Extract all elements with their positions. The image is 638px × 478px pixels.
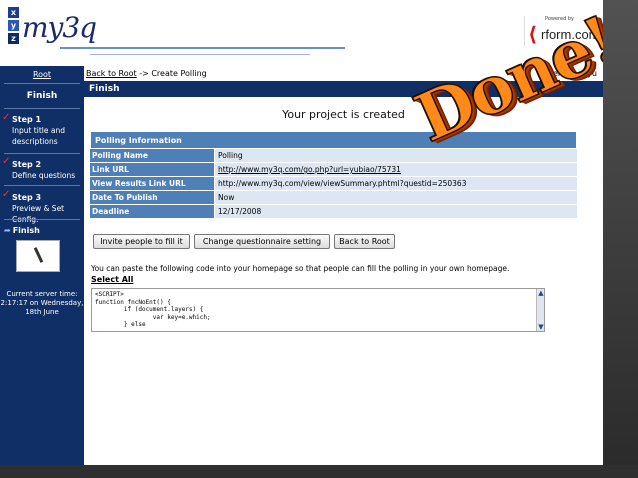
row-key: Date To Publish — [90, 191, 215, 204]
logo-tile: z — [8, 33, 19, 44]
arrow-icon: ➦ — [4, 226, 11, 235]
step-title: Finish — [12, 226, 40, 235]
embed-code-textarea[interactable]: <SCRIPT> function fncNoEnt() { if (docum… — [91, 288, 545, 332]
background-strip — [603, 0, 638, 478]
step-desc: Input title and descriptions — [12, 126, 65, 146]
background-strip — [0, 465, 638, 478]
breadcrumb-back-link[interactable]: Back to Root — [86, 69, 137, 78]
logo-tile: y — [8, 20, 19, 31]
sidebar-divider — [4, 83, 80, 84]
sidebar-step-2[interactable]: Step 2 Define questions — [12, 159, 84, 181]
sidebar-divider — [4, 219, 80, 220]
table-row: Deadline 12/17/2008 — [90, 205, 577, 219]
checkmark-icon: ✓ — [2, 112, 11, 123]
scroll-down-icon[interactable]: ▼ — [537, 323, 545, 331]
invite-button[interactable]: Invite people to fill it — [93, 234, 190, 249]
row-value: http://www.my3q.com/view/viewSummary.pht… — [215, 177, 577, 190]
change-settings-button[interactable]: Change questionnaire setting — [194, 234, 330, 249]
sidebar-step-finish[interactable]: ➦ Finish — [4, 226, 40, 235]
breadcrumb-current: -> Create Polling — [136, 69, 207, 78]
paste-instructions: You can paste the following code into yo… — [91, 264, 510, 273]
row-key: Link URL — [90, 163, 215, 176]
sidebar-divider — [4, 185, 80, 186]
sidebar-root-link[interactable]: Root — [0, 70, 84, 79]
table-heading: Polling Information — [90, 131, 577, 149]
table-row: Date To Publish Now — [90, 191, 577, 205]
header-divider — [90, 54, 310, 55]
header-divider — [60, 47, 345, 49]
step-desc: Preview & Set Config. — [12, 204, 65, 224]
step-title: Step 3 — [12, 193, 42, 202]
table-row: Link URL http://www.my3q.com/go.php?url=… — [90, 163, 577, 177]
sidebar-divider — [4, 153, 80, 154]
row-value: Polling — [215, 149, 577, 162]
row-value: Now — [215, 191, 577, 204]
link-url[interactable]: http://www.my3q.com/go.php?url=yubiao/75… — [215, 163, 577, 176]
logo-tile: x — [8, 7, 19, 18]
checkmark-icon: ✓ — [2, 189, 11, 200]
step-title: Step 2 — [12, 160, 42, 169]
app-window: x y z my3q Powered by ⟨ rform.com Root F… — [0, 0, 603, 465]
step-title: Step 1 — [12, 115, 42, 124]
checkmark-icon: ✓ — [2, 156, 11, 167]
row-key: View Results Link URL — [90, 177, 215, 190]
scroll-up-icon[interactable]: ▲ — [537, 289, 545, 297]
logo-text: my3q — [22, 11, 97, 44]
sidebar-divider — [4, 108, 80, 109]
step-desc: Define questions — [12, 171, 76, 180]
my3q-logo[interactable]: x y z my3q — [4, 5, 97, 51]
action-buttons: Invite people to fill it Change question… — [93, 234, 395, 249]
back-to-root-button[interactable]: Back to Root — [334, 234, 395, 249]
sidebar-step-1[interactable]: Step 1 Input title and descriptions — [12, 114, 84, 147]
server-time: Current server time: 2:17:17 on Wednesda… — [0, 290, 84, 316]
codebox-scrollbar[interactable]: ▲ ▼ — [536, 289, 544, 331]
row-value: 12/17/2008 — [215, 205, 577, 218]
finish-thumbnail — [16, 240, 60, 272]
table-row: View Results Link URL http://www.my3q.co… — [90, 177, 577, 191]
polling-info-table: Polling Information Polling Name Polling… — [90, 131, 577, 219]
select-all-link[interactable]: Select All — [91, 275, 133, 284]
sidebar: Root Finish ✓ Step 1 Input title and des… — [0, 66, 84, 465]
row-key: Polling Name — [90, 149, 215, 162]
sidebar-section-title: Finish — [26, 91, 58, 101]
sidebar-step-3[interactable]: Step 3 Preview & Set Config. — [12, 192, 84, 225]
row-key: Deadline — [90, 205, 215, 218]
table-row: Polling Name Polling — [90, 149, 577, 163]
